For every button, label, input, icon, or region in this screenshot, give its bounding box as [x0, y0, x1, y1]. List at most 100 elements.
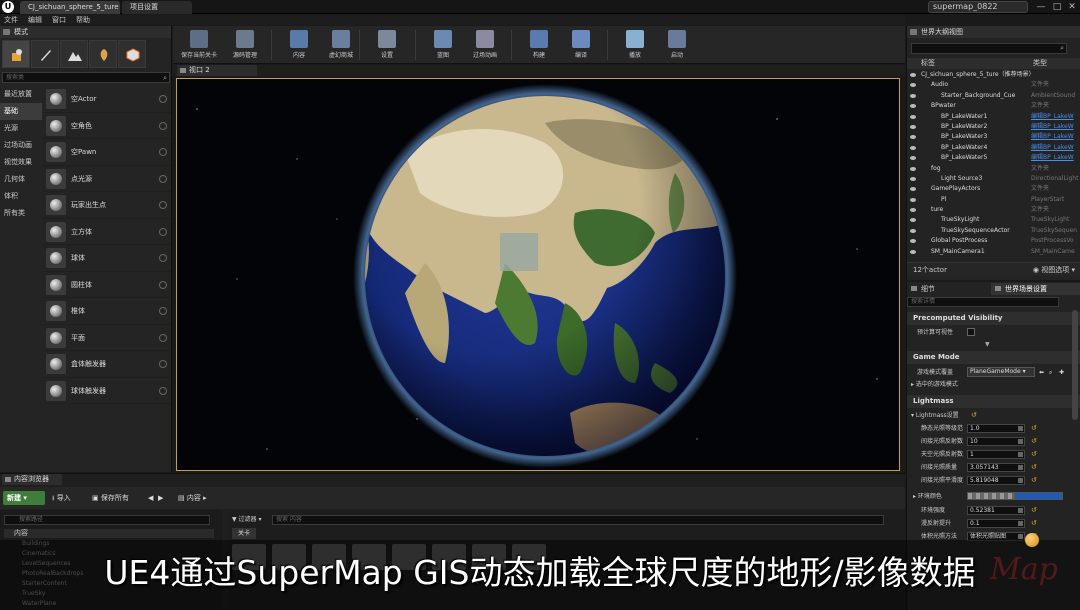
gamemode-override-dropdown[interactable]: PlaneGameMode ▾	[967, 367, 1035, 377]
tree-root-content[interactable]: 内容	[4, 529, 214, 538]
reset-icon[interactable]: ↺	[1031, 424, 1037, 433]
visibility-eye-icon[interactable]	[910, 93, 916, 98]
new-button[interactable]: 新建 ▾	[3, 491, 45, 505]
place-asset-item[interactable]: 球体触发器	[43, 378, 171, 404]
history-forward-button[interactable]: ▶	[158, 491, 163, 505]
menu-file[interactable]: 文件	[4, 15, 18, 25]
section-game-mode[interactable]: Game Mode	[907, 351, 1080, 364]
visibility-eye-icon[interactable]	[910, 83, 916, 88]
outliner-row[interactable]: BP_LakeWater1 编辑BP_LakeW	[907, 112, 1080, 122]
visibility-eye-icon[interactable]	[910, 249, 916, 254]
save-all-button[interactable]: ▣ 保存所有	[92, 491, 129, 505]
visibility-eye-icon[interactable]	[910, 208, 916, 213]
visibility-eye-icon[interactable]	[910, 218, 916, 223]
outliner-row[interactable]: Light Source3 DirectionalLight	[907, 174, 1080, 184]
outliner-row[interactable]: GamePlayActors 文件夹	[907, 184, 1080, 194]
add-icon[interactable]: ✚	[1059, 368, 1064, 377]
place-asset-item[interactable]: 椎体	[43, 298, 171, 325]
visibility-eye-icon[interactable]	[910, 73, 916, 77]
visibility-eye-icon[interactable]	[910, 239, 916, 244]
lightmass-settings-row[interactable]: ▾ Lightmass设置	[911, 411, 959, 420]
minimize-button[interactable]: —	[1034, 1, 1048, 13]
visibility-eye-icon[interactable]	[910, 166, 916, 171]
outliner-row[interactable]: TrueSkySequenceActor TrueSkySequen	[907, 226, 1080, 236]
place-asset-item[interactable]: 球体	[43, 245, 171, 272]
actor-type[interactable]: 编辑BP_LakeW	[1031, 143, 1080, 153]
spinner-icon[interactable]	[1018, 452, 1023, 457]
visibility-eye-icon[interactable]	[910, 124, 916, 129]
category-cinematic[interactable]: 过场动画	[0, 137, 42, 154]
precomputed-visibility-checkbox[interactable]	[967, 328, 975, 336]
place-asset-item[interactable]: 玩家出生点	[43, 192, 171, 219]
spinner-icon[interactable]	[1018, 426, 1023, 431]
settings-button[interactable]: 设置	[365, 28, 409, 62]
outliner-row[interactable]: Global PostProcess PostProcessVo	[907, 236, 1080, 246]
actor-type[interactable]: 编辑BP_LakeW	[1031, 112, 1080, 122]
tab-level[interactable]: CJ_sichuan_sphere_5_ture	[20, 1, 120, 14]
section-precomputed-visibility[interactable]: Precomputed Visibility	[907, 312, 1080, 325]
property-value-field[interactable]: 1	[967, 450, 1025, 459]
reset-icon[interactable]: ↺	[1031, 476, 1037, 485]
asset-search-input[interactable]: 搜索 内容	[272, 515, 884, 525]
visibility-eye-icon[interactable]	[910, 145, 916, 150]
launch-button[interactable]: 启动	[655, 28, 699, 62]
category-all-classes[interactable]: 所有类	[0, 205, 42, 222]
env-color-alpha-swatch[interactable]	[967, 492, 1015, 500]
details-scrollbar[interactable]	[1072, 310, 1078, 420]
spinner-icon[interactable]	[1018, 508, 1023, 513]
history-back-button[interactable]: ◀	[148, 491, 153, 505]
filter-button[interactable]: ▼ 过滤器 ▾	[232, 514, 261, 525]
property-value-field[interactable]: 3.057143	[967, 463, 1025, 472]
place-asset-item[interactable]: 盒体触发器	[43, 351, 171, 378]
menu-window[interactable]: 窗口	[52, 15, 66, 25]
spinner-icon[interactable]	[1018, 439, 1023, 444]
reset-icon[interactable]: ↺	[1031, 519, 1037, 528]
path-breadcrumb[interactable]: ▤ 内容 ▸	[178, 491, 207, 505]
blueprints-button[interactable]: 蓝图	[421, 28, 465, 62]
level-filter-chip[interactable]: 关卡	[232, 528, 256, 539]
visibility-eye-icon[interactable]	[910, 114, 916, 119]
info-icon[interactable]	[159, 201, 167, 209]
reset-icon[interactable]: ↺	[1031, 463, 1037, 472]
selected-gamemode-row[interactable]: ▸ 选中的游戏模式	[911, 380, 958, 389]
info-icon[interactable]	[159, 386, 167, 395]
category-basic[interactable]: 基础	[0, 103, 42, 120]
visibility-eye-icon[interactable]	[910, 228, 916, 233]
actor-type[interactable]: 编辑BP_LakeW	[1031, 132, 1080, 142]
visibility-eye-icon[interactable]	[910, 187, 916, 192]
visibility-eye-icon[interactable]	[910, 104, 916, 109]
category-geometry[interactable]: 几何体	[0, 171, 42, 188]
visibility-eye-icon[interactable]	[910, 135, 916, 140]
browse-icon[interactable]: ⌕	[1049, 368, 1052, 377]
marketplace-button[interactable]: 虚幻商城	[319, 28, 363, 62]
info-icon[interactable]	[159, 254, 167, 262]
menu-help[interactable]: 帮助	[76, 15, 90, 25]
reset-icon[interactable]: ↺	[1031, 437, 1037, 446]
reset-icon[interactable]: ↺	[1031, 506, 1037, 515]
outliner-row[interactable]: CJ_sichuan_sphere_5_ture（推荐场景）	[907, 70, 1080, 80]
info-icon[interactable]	[159, 360, 167, 368]
property-value-field[interactable]: 10	[967, 437, 1025, 446]
compile-button[interactable]: 编译	[559, 28, 603, 62]
spinner-icon[interactable]	[1018, 465, 1023, 470]
info-icon[interactable]	[159, 227, 167, 236]
place-asset-item[interactable]: 圆柱体	[43, 272, 171, 298]
info-icon[interactable]	[159, 333, 167, 342]
mode-landscape[interactable]	[60, 40, 88, 68]
info-icon[interactable]	[159, 174, 167, 183]
spinner-icon[interactable]	[1018, 534, 1023, 539]
reset-icon[interactable]: ↺	[1031, 450, 1037, 459]
tab-world-settings[interactable]: 世界场景设置	[991, 283, 1080, 295]
outliner-row[interactable]: fog 文件夹	[907, 164, 1080, 174]
view-options-button[interactable]: ◉ 视图选项 ▾	[1033, 263, 1075, 277]
mode-geometry[interactable]	[118, 40, 146, 68]
info-icon[interactable]	[159, 280, 167, 289]
play-button[interactable]: 播放	[613, 28, 657, 62]
tab-details[interactable]: 细节	[907, 283, 987, 295]
spinner-icon[interactable]	[1018, 521, 1023, 526]
place-asset-item[interactable]: 空角色	[43, 113, 171, 139]
outliner-row[interactable]: BP_LakeWater4 编辑BP_LakeW	[907, 143, 1080, 153]
expand-arrow-icon[interactable]: ▼	[985, 340, 990, 349]
actor-type[interactable]: 编辑BP_LakeW	[1031, 122, 1080, 132]
outliner-row[interactable]: BP_LakeWater2 编辑BP_LakeW	[907, 122, 1080, 132]
